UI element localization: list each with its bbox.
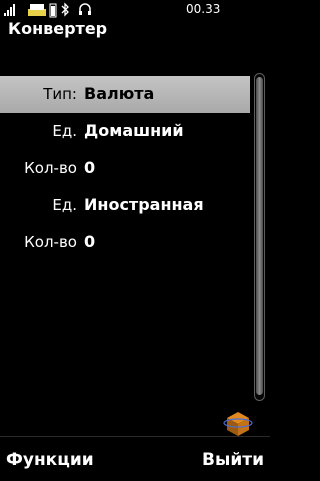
time-display: 00.33 — [186, 2, 221, 16]
softkey-bar: Функции Выйти — [0, 436, 270, 481]
field-label-type: Тип: — [43, 85, 77, 103]
bluetooth-icon — [61, 2, 69, 17]
field-value-home-amount: 0 — [84, 158, 96, 177]
scrollbar-thumb[interactable] — [256, 77, 263, 395]
status-bar: 00.33 — [0, 0, 270, 20]
field-label-home-amount: Кол-во — [24, 159, 77, 177]
field-row-type[interactable]: Тип: Валюта — [0, 76, 250, 113]
signal-icon — [4, 4, 15, 16]
field-label-foreign-unit: Ед. — [52, 196, 77, 214]
watermark-cube-icon — [223, 412, 253, 436]
field-value-type: Валюта — [84, 84, 155, 103]
field-row-foreign-amount[interactable]: Кол-во 0 — [0, 224, 250, 261]
battery-icon — [49, 3, 57, 18]
page-title: Конвертер — [8, 19, 108, 38]
exit-softkey[interactable]: Выйти — [202, 450, 264, 470]
field-row-home-unit[interactable]: Ед. Домашний — [0, 113, 250, 150]
field-value-foreign-unit: Иностранная — [84, 195, 204, 214]
tray-icon — [28, 4, 46, 16]
field-value-foreign-amount: 0 — [84, 232, 96, 251]
converter-field-list: Тип: Валюта Ед. Домашний Кол-во 0 Ед. Ин… — [0, 76, 250, 261]
field-label-home-unit: Ед. — [52, 122, 77, 140]
functions-softkey[interactable]: Функции — [6, 450, 94, 470]
headset-icon — [79, 3, 91, 15]
field-row-home-amount[interactable]: Кол-во 0 — [0, 150, 250, 187]
field-label-foreign-amount: Кол-во — [24, 233, 77, 251]
field-row-foreign-unit[interactable]: Ед. Иностранная — [0, 187, 250, 224]
scrollbar[interactable] — [254, 73, 265, 401]
field-value-home-unit: Домашний — [84, 121, 184, 140]
